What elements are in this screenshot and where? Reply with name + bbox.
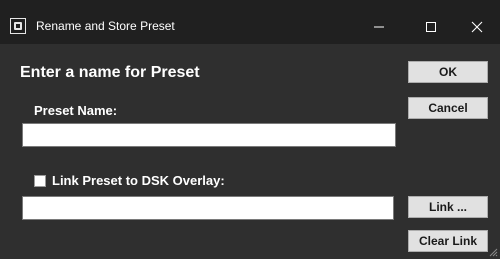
link-dsk-checkbox[interactable] — [34, 175, 46, 187]
app-icon — [10, 18, 26, 34]
rename-preset-dialog: Rename and Store Preset Enter a name for… — [0, 0, 500, 259]
minimize-button[interactable] — [356, 10, 402, 44]
window-title: Rename and Store Preset — [36, 19, 175, 33]
clear-link-button[interactable]: Clear Link — [408, 230, 488, 252]
preset-name-input[interactable] — [22, 123, 396, 147]
close-icon — [471, 21, 483, 33]
resize-grip-icon[interactable] — [488, 247, 498, 257]
dsk-overlay-input[interactable] — [22, 196, 394, 220]
title-bar[interactable]: Rename and Store Preset — [0, 0, 500, 44]
maximize-icon — [426, 22, 436, 32]
cancel-button[interactable]: Cancel — [408, 97, 488, 119]
link-button[interactable]: Link ... — [408, 196, 488, 218]
ok-button[interactable]: OK — [408, 61, 488, 83]
link-dsk-checkbox-label[interactable]: Link Preset to DSK Overlay: — [52, 173, 225, 189]
dialog-heading: Enter a name for Preset — [20, 64, 200, 81]
minimize-icon — [374, 26, 384, 28]
maximize-button[interactable] — [408, 10, 454, 44]
close-button[interactable] — [454, 10, 500, 44]
preset-name-label: Preset Name: — [34, 103, 118, 118]
